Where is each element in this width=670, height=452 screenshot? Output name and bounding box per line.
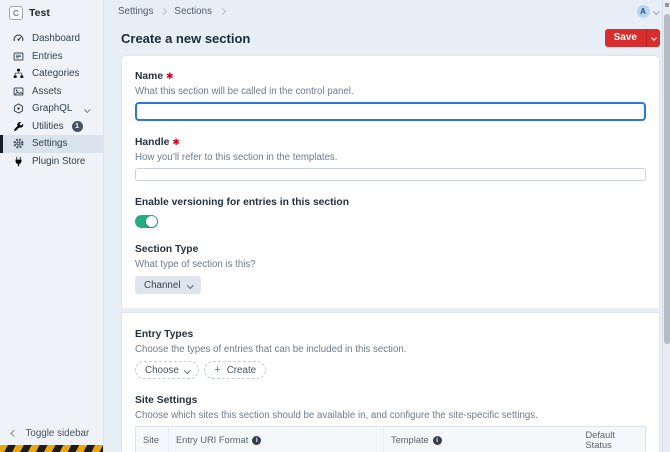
sidebar-item-assets[interactable]: Assets [0,83,103,101]
sidebar-item-entries[interactable]: Entries [0,48,103,66]
chevron-down-icon [184,367,190,373]
section-type-instructions: What type of section is this? [135,259,646,270]
account-menu-chevron-icon[interactable] [653,8,659,14]
dev-mode-stripe [0,445,103,452]
site-settings-field: Site Settings Choose which sites this se… [135,390,646,452]
vertical-scrollbar[interactable] [662,0,670,452]
sidebar-nav: Dashboard Entries Categories Assets [0,30,103,170]
photo-icon [13,86,24,97]
col-default-status: Default Status [578,427,645,452]
toggle-sidebar-label: Toggle sidebar [26,428,90,439]
main-area: Settings Sections A Create a new section… [104,0,670,452]
save-button[interactable]: Save [605,29,646,47]
section-type-label: Section Type [135,244,198,255]
user-avatar[interactable]: A [637,5,650,18]
required-asterisk: ✱ [166,71,174,81]
chevron-down-icon [84,106,90,112]
sidebar-item-categories[interactable]: Categories [0,65,103,83]
handle-label: Handle [135,137,169,148]
section-type-value: Channel [144,280,181,291]
name-label: Name [135,71,163,82]
plug-icon [13,156,24,167]
save-button-group: Save [605,29,660,47]
sitemap-icon [13,68,24,79]
col-site: Site [136,427,169,452]
entry-types-label: Entry Types [135,329,193,340]
page-header: Create a new section Save [104,22,670,55]
save-menu-button[interactable] [646,29,660,47]
info-icon[interactable]: i [252,436,261,445]
site-settings-label: Site Settings [135,395,197,406]
sidebar-item-label: Utilities [32,121,64,132]
info-icon[interactable]: i [433,436,442,445]
newspaper-icon [13,51,24,62]
chevron-down-icon [187,282,193,288]
content-pane: Name✱ What this section will be called i… [104,55,670,452]
handle-field: Handle✱ How you’ll refer to this section… [135,132,646,181]
channel-settings-card: Entry Types Choose the types of entries … [121,312,660,452]
site-settings-table: Site Entry URI Formati Templatei Default… [135,426,646,452]
wrench-icon [13,121,24,132]
name-field: Name✱ What this section will be called i… [135,66,646,121]
required-asterisk: ✱ [172,137,180,147]
sidebar: C Test Dashboard Entries Categories [0,0,104,452]
entry-types-choose-button[interactable]: Choose [135,361,199,379]
global-header: Settings Sections A [104,0,670,22]
site-settings-instructions: Choose which sites this section should b… [135,410,646,421]
plus-icon: + [214,365,220,376]
utilities-badge: 1 [72,121,83,132]
handle-instructions: How you’ll refer to this section in the … [135,152,646,163]
entry-types-create-button[interactable]: + Create [204,361,266,379]
section-type-field: Section Type What type of section is thi… [135,239,646,294]
sidebar-item-utilities[interactable]: Utilities 1 [0,118,103,136]
scrollbar-thumb[interactable] [664,14,670,344]
col-entry-uri-format: Entry URI Formati [168,427,383,452]
sidebar-item-settings[interactable]: Settings [0,135,103,153]
create-label: Create [227,365,256,376]
col-template: Templatei [383,427,578,452]
breadcrumb-sections[interactable]: Sections [174,6,212,17]
breadcrumb-settings[interactable]: Settings [118,6,153,17]
section-type-select[interactable]: Channel [135,276,201,294]
name-input[interactable] [135,102,646,121]
versioning-field: Enable versioning for entries in this se… [135,192,646,228]
sidebar-item-label: Assets [32,86,61,97]
site-name: Test [29,7,50,19]
scroll-up-arrow-icon[interactable] [665,3,669,7]
breadcrumb: Settings Sections [118,6,225,17]
breadcrumb-separator-icon [219,7,226,14]
page-title: Create a new section [121,31,250,46]
sidebar-header[interactable]: C Test [0,0,103,27]
gauge-icon [13,33,24,44]
sidebar-item-dashboard[interactable]: Dashboard [0,30,103,48]
toggle-sidebar-button[interactable]: Toggle sidebar [0,423,103,445]
gear-icon [13,138,24,149]
chevron-down-icon [651,35,657,41]
sidebar-item-label: GraphQL [32,103,72,114]
graphql-icon [13,103,24,114]
name-instructions: What this section will be called in the … [135,86,646,97]
craft-admin-window: C Test Dashboard Entries Categories [0,0,670,452]
versioning-label: Enable versioning for entries in this se… [135,197,349,208]
sidebar-item-label: Settings [32,138,67,149]
sidebar-item-label: Plugin Store [32,156,85,167]
entry-types-field: Entry Types Choose the types of entries … [135,324,646,379]
sidebar-item-graphql[interactable]: GraphQL [0,100,103,118]
sidebar-item-label: Categories [32,68,79,79]
breadcrumb-separator-icon [160,7,167,14]
sidebar-item-label: Dashboard [32,33,80,44]
entry-types-instructions: Choose the types of entries that can be … [135,344,646,355]
sidebar-item-label: Entries [32,51,63,62]
section-settings-card: Name✱ What this section will be called i… [121,55,660,308]
choose-label: Choose [145,365,179,376]
craft-logo-icon: C [9,6,23,20]
chevron-left-icon [11,430,17,436]
sidebar-item-plugin-store[interactable]: Plugin Store [0,153,103,171]
handle-input[interactable] [135,168,646,181]
versioning-toggle[interactable] [135,215,158,228]
